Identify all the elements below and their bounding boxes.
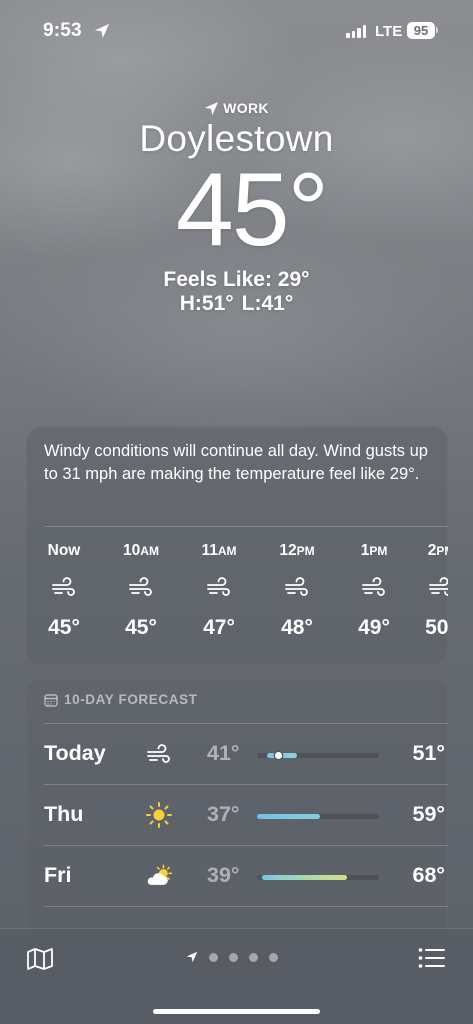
forecast-header: 10-DAY FORECAST (44, 692, 198, 707)
calendar-icon (44, 693, 58, 707)
page-dot[interactable] (209, 952, 218, 962)
low-temp: L:41° (241, 292, 294, 315)
wind-icon (144, 739, 174, 769)
cellular-signal-icon (346, 25, 366, 38)
temperature-range-bar (257, 752, 379, 759)
page-dot[interactable] (269, 952, 278, 962)
hour-label: 11AM (201, 542, 237, 559)
wind-icon (343, 576, 405, 606)
temperature-range-bar (257, 814, 379, 819)
battery-icon: 95 (407, 22, 435, 39)
hour-temp: 45° (125, 616, 157, 639)
wind-icon (33, 576, 95, 606)
home-indicator[interactable] (153, 1009, 320, 1014)
forecast-day: Thu (44, 802, 84, 826)
forecast-row[interactable]: Fri 39° 68° (44, 845, 448, 907)
partly-cloudy-icon (144, 861, 174, 891)
forecast-low: 41° (207, 741, 240, 765)
forecast-low: 37° (207, 802, 240, 826)
hour-temp: 47° (203, 616, 235, 639)
wind-icon (188, 576, 250, 606)
forecast-row[interactable]: Today 41° 51° (44, 723, 448, 785)
temperature-range-fill (261, 875, 348, 880)
location-label: WORK (223, 100, 269, 116)
feels-like: Feels Like: 29° (163, 268, 310, 291)
hour-item[interactable]: 12PM 48° (266, 542, 328, 640)
list-icon[interactable] (418, 947, 445, 969)
hourly-forecast-card[interactable]: Windy conditions will continue all day. … (26, 426, 448, 666)
forecast-header-label: 10-DAY FORECAST (64, 692, 198, 707)
page-dot[interactable] (229, 952, 238, 962)
map-icon[interactable] (26, 947, 54, 971)
network-type: LTE (375, 23, 403, 40)
hour-item[interactable]: Now 45° (33, 542, 95, 640)
forecast-high: 68° (412, 863, 445, 887)
hour-label: Now (47, 542, 81, 559)
location-arrow-icon (205, 101, 219, 115)
hour-temp: 48° (281, 616, 313, 639)
battery-cap (436, 27, 438, 33)
location-arrow-icon (95, 24, 109, 38)
hour-label: 2PM (427, 542, 448, 559)
status-time: 9:53 (43, 20, 82, 41)
hour-item[interactable]: 1PM 49° (343, 542, 405, 640)
current-conditions: WORK Doylestown 45° Feels Like: 29° H:51… (0, 100, 473, 316)
hour-item[interactable]: 11AM 47° (188, 542, 250, 640)
weather-summary: Windy conditions will continue all day. … (44, 442, 428, 483)
temperature-range-bar (257, 875, 379, 880)
wind-icon (410, 576, 448, 606)
current-temperature: 45° (175, 152, 329, 268)
high-low: H:51° L:41° (0, 292, 473, 316)
location-arrow-icon (186, 951, 198, 963)
forecast-low: 39° (207, 863, 240, 887)
divider (44, 526, 448, 527)
forecast-day: Today (44, 741, 106, 765)
location-label-row: WORK (0, 100, 473, 116)
forecast-high: 51° (412, 741, 445, 765)
wind-icon (266, 576, 328, 606)
wind-icon (110, 576, 172, 606)
hour-temp: 49° (358, 616, 390, 639)
hour-item[interactable]: 10AM 45° (110, 542, 172, 640)
page-indicator[interactable] (186, 951, 278, 963)
hour-label: 1PM (360, 542, 388, 559)
hour-item[interactable]: 2PM 50° (410, 542, 448, 640)
page-dot[interactable] (249, 952, 258, 962)
status-bar: 9:53 LTE 95 (0, 0, 473, 64)
forecast-row[interactable]: Thu 37° 59° (44, 784, 448, 846)
forecast-high: 59° (412, 802, 445, 826)
forecast-day: Fri (44, 863, 72, 887)
hour-label: 12PM (279, 542, 315, 559)
temperature-range-fill (257, 814, 321, 819)
hour-label: 10AM (123, 542, 159, 559)
hour-temp: 45° (48, 616, 80, 639)
sun-icon (144, 800, 174, 830)
hour-temp: 50° (425, 616, 448, 639)
high-temp: H:51° (179, 292, 234, 315)
